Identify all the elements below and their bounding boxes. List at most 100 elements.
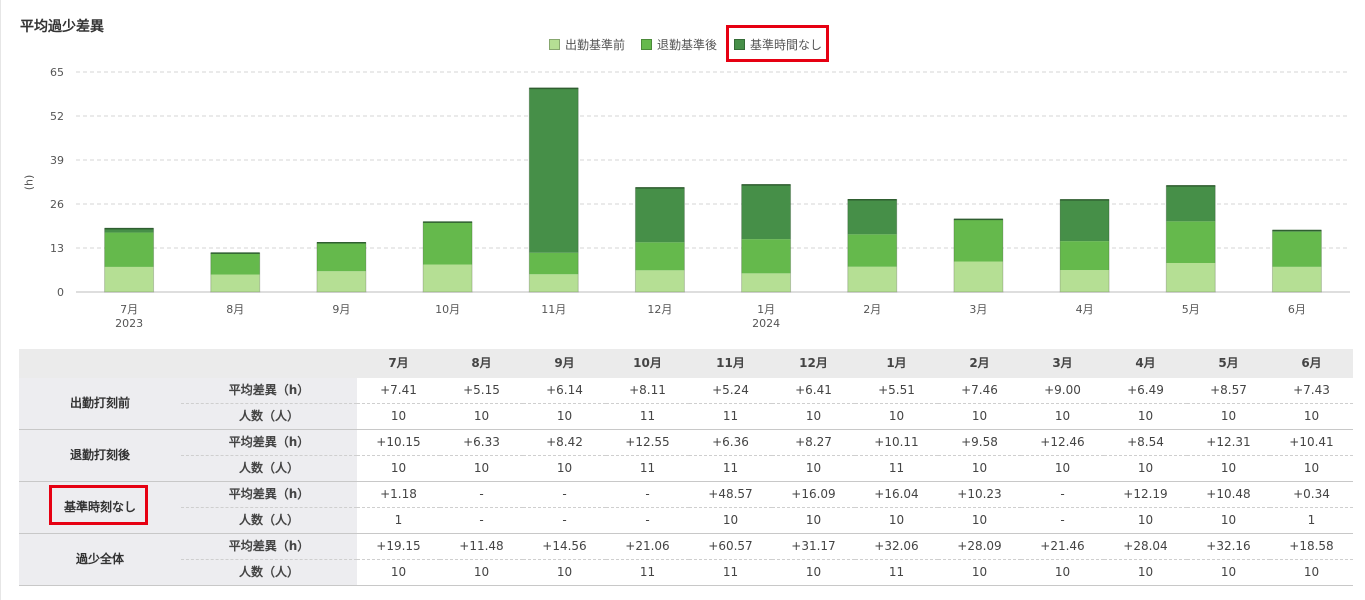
bar-segment[interactable] [741,239,791,274]
legend-label: 出勤基準前 [565,37,626,52]
y-tick-labels: 0 13 26 39 52 65 [50,66,64,299]
count-value-cell: 10 [523,455,606,482]
avg-value-cell: +7.43 [1270,378,1353,404]
bar-segment[interactable] [847,266,897,292]
count-value-cell: 10 [1104,507,1187,534]
y-tick-label: 26 [50,198,64,211]
month-header: 12月 [772,349,855,378]
table-row: 過少全体 平均差異（h） +19.15 +11.48 +14.56 +21.06 +60.5… [19,533,1353,586]
avg-value-cell: +12.31 [1187,429,1270,456]
avg-value-cell: +11.48 [440,533,523,560]
legend-item-before-start[interactable]: 出勤基準前 [549,36,625,52]
bar-segment[interactable] [1272,266,1322,292]
bar-segment[interactable] [953,219,1003,262]
table-row: 人数（人） 1- - -10 10 10 10-10 10 1 [19,507,1353,534]
count-value-cell: 10 [523,403,606,430]
bar-segment[interactable] [423,222,473,265]
count-value-cell: 10 [1021,403,1104,430]
month-header: 1月 [855,349,938,378]
bars [104,87,1322,293]
bar-segment[interactable] [210,253,260,275]
bar-segment[interactable] [316,271,366,292]
count-value-cell: 10 [440,455,523,482]
x-tick-label: 2月 [863,303,881,316]
bar-segment[interactable] [423,264,473,292]
x-tick-label: 1月 [757,303,775,316]
bar-segment[interactable] [1166,262,1216,292]
month-header: 4月 [1104,349,1187,378]
month-header: 10月 [606,349,689,378]
avg-value-cell: +28.04 [1104,533,1187,560]
bar-segment[interactable] [1166,221,1216,263]
month-header: 7月 [357,349,440,378]
group-label: 退勤打刻後 [19,429,181,482]
bar-segment[interactable] [1060,199,1110,242]
avg-value-cell: +16.04 [855,481,938,508]
count-value-cell: 11 [855,559,938,586]
bar-segment[interactable] [635,270,685,292]
bar-segment[interactable] [1060,270,1110,292]
legend-swatch [641,38,652,50]
count-value-cell: 10 [1187,507,1270,534]
x-tick-year-label: 2024 [752,317,780,330]
chart-title: 平均過少差異 [20,19,104,35]
bar-segment[interactable] [635,242,685,271]
table-row: 人数（人） 10 10 10 11 11 10 10 10 10 10 10 10 [19,403,1353,430]
bar-segment[interactable] [953,261,1003,292]
x-tick-labels: 7月2023 8月 9月 10月 11月 12月 1月2024 2月 3月 4月 5月 6月 [115,303,1306,330]
bar-segment[interactable] [529,88,579,253]
metric-label-avg: 平均差異（h） [181,429,357,456]
bar-segment[interactable] [210,274,260,292]
avg-value-cell: +21.06 [606,533,689,560]
metric-label-avg: 平均差異（h） [181,378,357,404]
x-tick-label: 4月 [1076,303,1094,316]
count-value-cell: 11 [855,455,938,482]
bar-chart: 0 13 26 39 52 65 7月2023 8月 9月 10月 11月 12月 1月2024 2月 3… [50,66,1350,330]
avg-value-cell: +8.42 [523,429,606,456]
group-label: 過少全体 [19,533,181,586]
legend-label: 退勤基準後 [657,37,718,52]
count-value-cell: 10 [1270,559,1353,586]
month-header: 5月 [1187,349,1270,378]
count-value-cell: - [523,507,606,534]
bar-segment[interactable] [1166,185,1216,222]
avg-value-cell: +28.09 [938,533,1021,560]
count-value-cell: 10 [938,507,1021,534]
avg-value-cell: +6.41 [772,378,855,404]
bar-segment[interactable] [1272,231,1322,267]
avg-value-cell: +19.15 [357,533,440,560]
table-row: 退勤打刻後 平均差異（h） +10.15 +6.33 +8.42 +12.55 +6.36 +… [19,429,1353,482]
count-value-cell: 10 [440,559,523,586]
bar-segment[interactable] [847,199,897,235]
avg-value-cell: +5.24 [689,378,772,404]
avg-value-cell: +32.06 [855,533,938,560]
avg-value-cell: +12.46 [1021,429,1104,456]
x-tick-label: 9月 [332,303,350,316]
count-value-cell: 10 [523,559,606,586]
bar-segment[interactable] [741,184,791,240]
bar-segment[interactable] [529,274,579,292]
bar-segment[interactable] [1060,241,1110,271]
count-value-cell: 10 [1104,559,1187,586]
bar-segment[interactable] [104,266,154,292]
count-value-cell: 10 [938,403,1021,430]
avg-value-cell: +10.15 [357,429,440,456]
bar-segment[interactable] [529,252,579,275]
legend-item-after-end[interactable]: 退勤基準後 [641,36,717,52]
avg-value-cell: - [606,481,689,508]
count-value-cell: - [440,507,523,534]
bar-segment[interactable] [741,273,791,292]
bar-segment[interactable] [847,234,897,267]
avg-value-cell: +8.27 [772,429,855,456]
x-tick-year-label: 2023 [115,317,143,330]
avg-value-cell: +1.18 [357,481,440,508]
x-tick-label: 3月 [969,303,987,316]
x-tick-label: 6月 [1288,303,1306,316]
avg-value-cell: +8.54 [1104,429,1187,456]
avg-value-cell: +7.46 [938,378,1021,404]
count-value-cell: 10 [357,559,440,586]
bar-segment[interactable] [316,242,366,272]
bar-segment[interactable] [635,187,685,243]
bar-segment[interactable] [104,232,154,267]
table-row: 出勤打刻前 平均差異（h） +7.41 +5.15 +6.14 +8.11 +5.24 +6.… [19,378,1353,430]
